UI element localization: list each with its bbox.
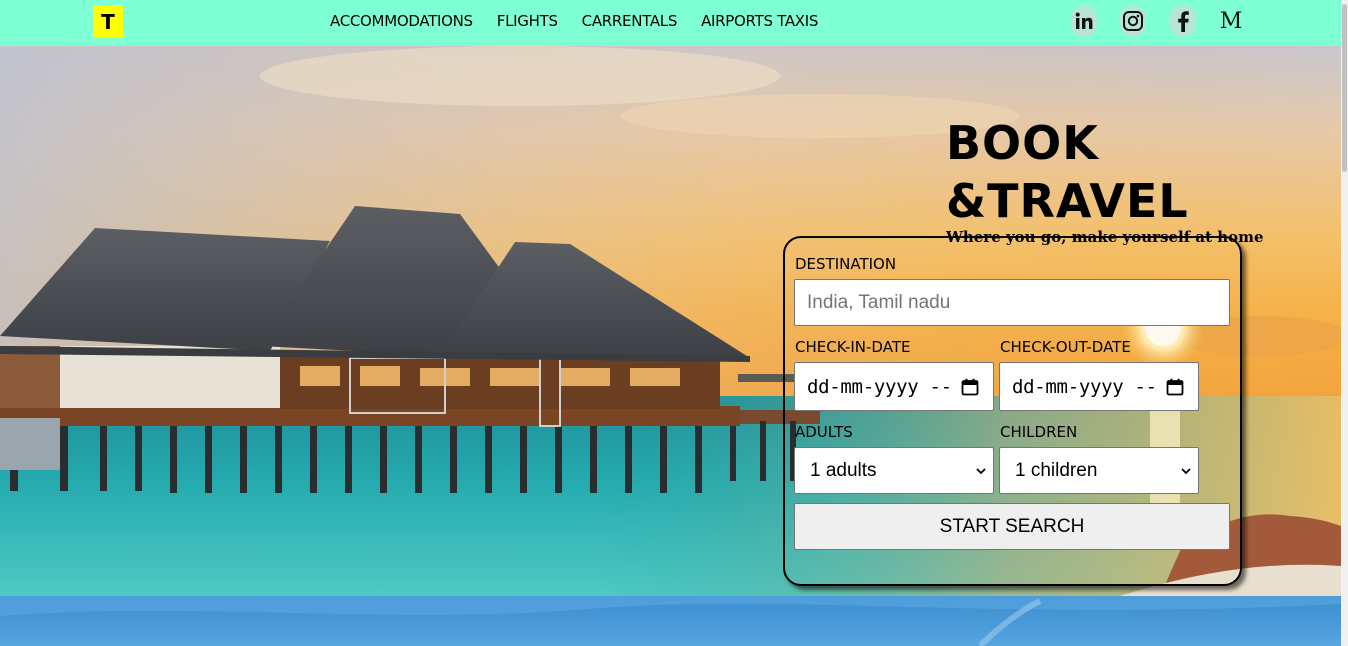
start-search-button[interactable]: START SEARCH	[794, 503, 1230, 550]
destination-label: DESTINATION	[795, 255, 897, 273]
checkin-date-input[interactable]: dd-mm-yyyy --	[794, 362, 994, 411]
linkedin-icon[interactable]	[1071, 5, 1097, 37]
page-scrollbar[interactable]	[1341, 0, 1348, 646]
calendar-icon[interactable]	[961, 378, 979, 396]
nav-link-accommodations[interactable]: ACCOMMODATIONS	[330, 12, 473, 30]
chevron-down-icon	[1181, 467, 1191, 474]
next-section-preview	[0, 596, 1341, 646]
checkin-label: CHECK-IN-DATE	[795, 338, 911, 356]
adults-label: ADULTS	[795, 423, 853, 441]
main-nav: ACCOMMODATIONS FLIGHTS CARRENTALS AIRPOR…	[330, 12, 818, 30]
adults-select[interactable]: 1 adults	[794, 447, 994, 494]
destination-input[interactable]	[794, 279, 1230, 326]
hero-title: BOOK &TRAVEL	[946, 114, 1189, 230]
children-label: CHILDREN	[1000, 423, 1078, 441]
adults-select-value: 1 adults	[810, 459, 877, 481]
checkout-date-value: dd-mm-yyyy --	[1012, 375, 1157, 398]
scrollbar-thumb[interactable]	[1342, 4, 1347, 172]
site-logo[interactable]: T	[93, 5, 123, 38]
top-navbar: T ACCOMMODATIONS FLIGHTS CARRENTALS AIRP…	[0, 0, 1341, 46]
children-select[interactable]: 1 children	[999, 447, 1199, 494]
chevron-down-icon	[976, 467, 986, 474]
hero-title-line1: BOOK	[946, 116, 1099, 170]
checkout-date-input[interactable]: dd-mm-yyyy --	[999, 362, 1199, 411]
checkout-label: CHECK-OUT-DATE	[1000, 338, 1131, 356]
hero-title-line2: &TRAVEL	[946, 174, 1189, 228]
instagram-icon[interactable]	[1120, 5, 1146, 37]
nav-link-airports-taxis[interactable]: AIRPORTS TAXIS	[701, 12, 818, 30]
checkin-date-value: dd-mm-yyyy --	[807, 375, 952, 398]
booking-form: DESTINATION CHECK-IN-DATE dd-mm-yyyy -- …	[783, 236, 1242, 586]
nav-link-carrentals[interactable]: CARRENTALS	[582, 12, 678, 30]
medium-icon[interactable]: M	[1218, 5, 1244, 37]
nav-link-flights[interactable]: FLIGHTS	[497, 12, 558, 30]
children-select-value: 1 children	[1015, 459, 1098, 481]
facebook-icon[interactable]	[1170, 5, 1196, 37]
calendar-icon[interactable]	[1166, 378, 1184, 396]
next-section-image	[0, 596, 1341, 646]
